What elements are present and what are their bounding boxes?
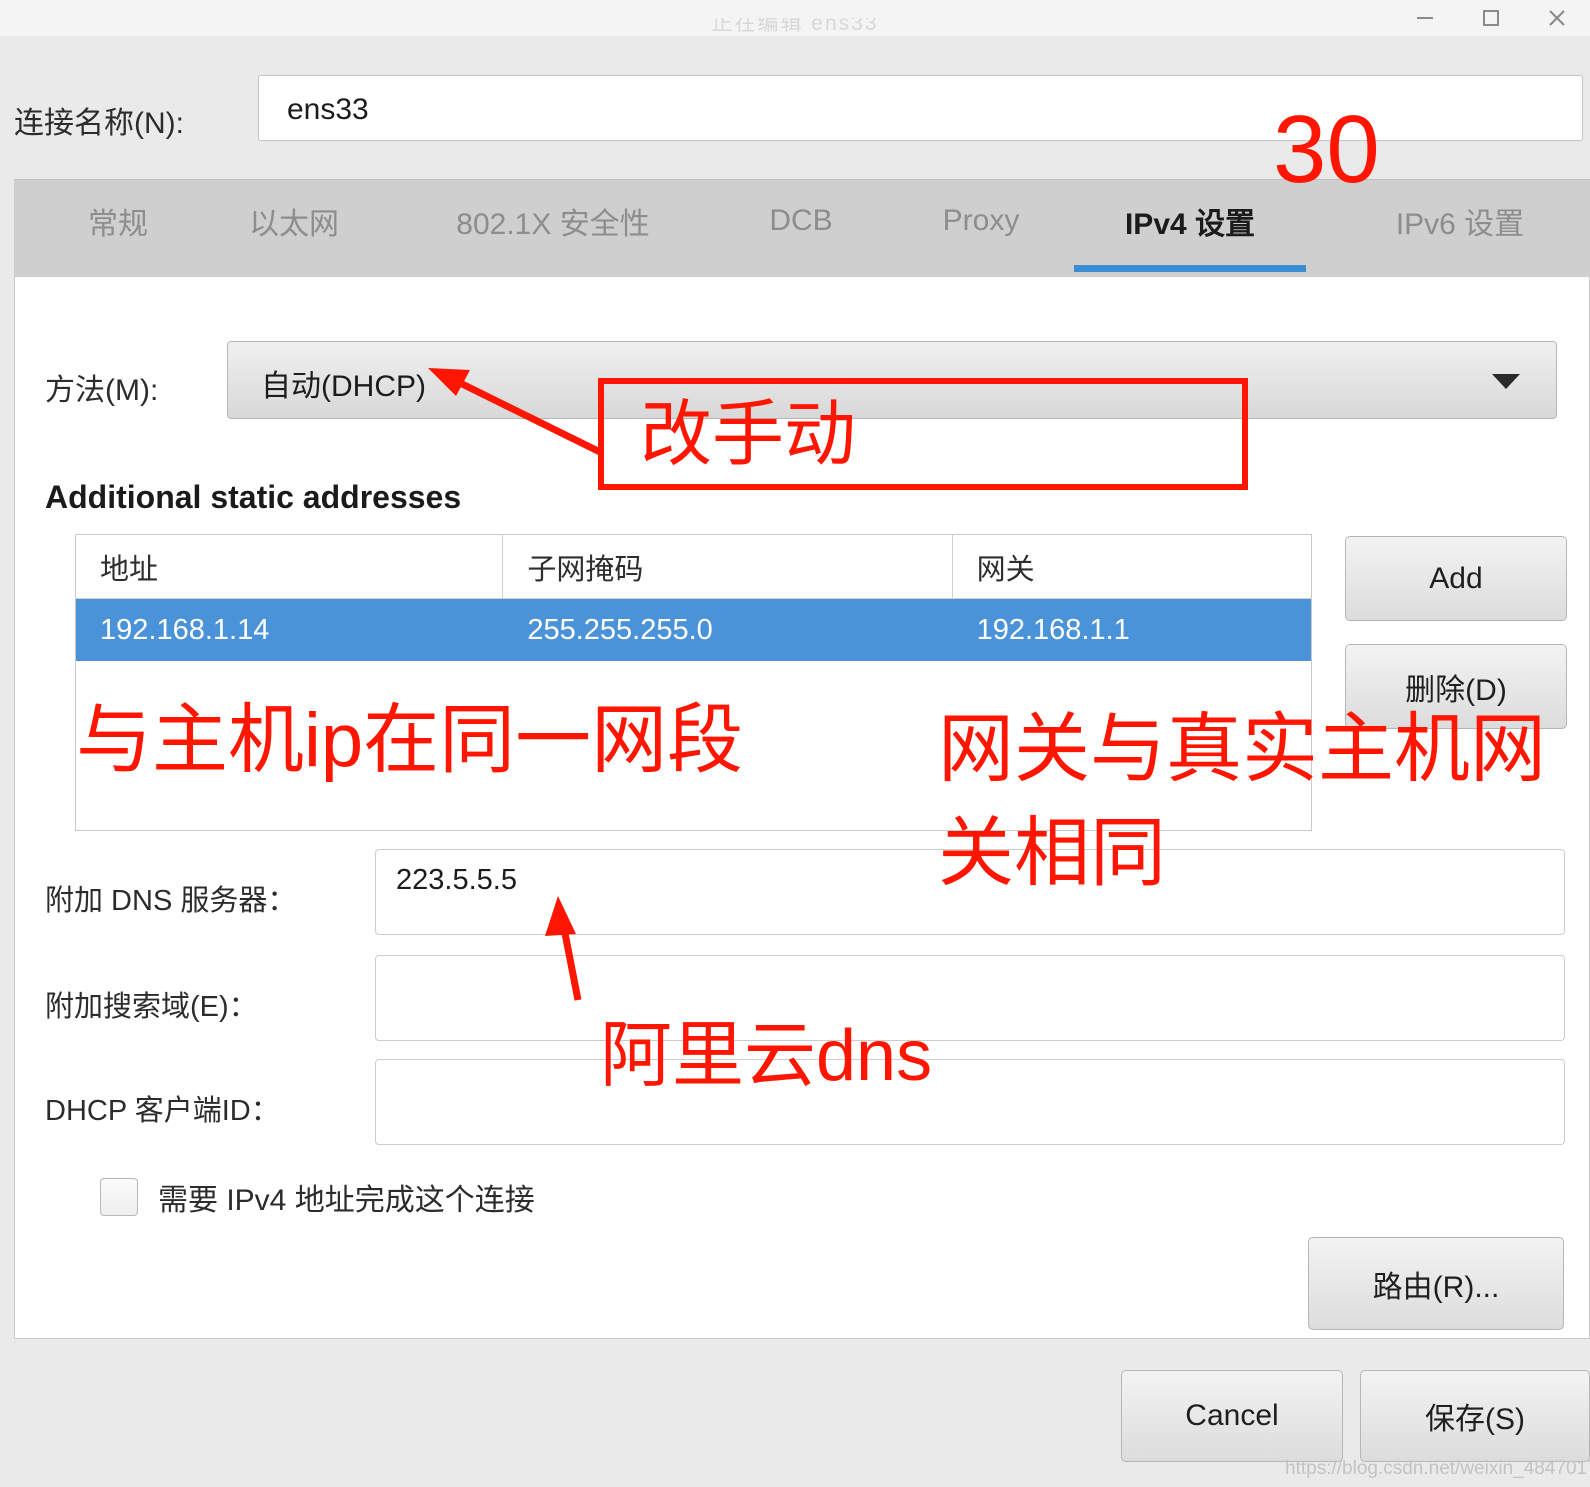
require-ipv4-checkbox[interactable] [100,1178,138,1216]
tab-general[interactable]: 常规 [56,180,180,278]
column-header-address: 地址 [76,535,504,598]
search-domains-label: 附加搜索域(E)： [45,991,258,1023]
cell-address: 192.168.1.14 [100,613,270,646]
dns-servers-label: 附加 DNS 服务器： [45,885,297,917]
network-connection-editor-window: 正在编辑 ens33 连接名称(N): ens33 常规 以太网 802.1X … [0,0,1590,1487]
tab-label: DCB [769,204,833,237]
dhcp-client-id-input[interactable] [375,1059,1565,1145]
dhcp-client-id-label: DHCP 客户端ID： [45,1095,280,1127]
tab-8021x-security[interactable]: 802.1X 安全性 [412,180,694,278]
require-ipv4-checkbox-label: 需要 IPv4 地址完成这个连接 [158,1184,535,1217]
save-button[interactable]: 保存(S) [1360,1370,1590,1462]
cell-gateway: 192.168.1.1 [976,613,1130,646]
tab-label: IPv4 设置 [1124,208,1256,241]
cancel-button[interactable]: Cancel [1121,1370,1343,1462]
require-ipv4-checkbox-row[interactable]: 需要 IPv4 地址完成这个连接 [100,1175,535,1219]
connection-name-label: 连接名称(N): [14,107,184,140]
column-header-gateway: 网关 [976,553,1035,586]
annotation-address-note: 与主机ip在同一网段 [76,698,744,783]
table-header-row: 地址 子网掩码 网关 [76,535,1311,599]
tab-dcb[interactable]: DCB [742,180,860,278]
tab-label: IPv6 设置 [1395,208,1525,241]
window-title: 正在编辑 ens33 [711,18,879,35]
tab-label: 以太网 [249,208,339,241]
table-row[interactable]: 192.168.1.14 255.255.255.0 192.168.1.1 [76,599,1311,661]
tab-label: Proxy [942,204,1020,237]
tab-label: 802.1X 安全性 [456,208,650,241]
additional-static-addresses-heading: Additional static addresses [45,479,462,515]
column-header-netmask: 子网掩码 [503,535,953,598]
annotation-dns-note: 阿里云dns [600,1016,933,1096]
method-label: 方法(M): [45,374,159,407]
tab-ethernet[interactable]: 以太网 [214,180,374,278]
add-address-button[interactable]: Add [1345,536,1567,621]
chevron-down-icon [1492,374,1520,389]
method-selected-value: 自动(DHCP) [261,370,426,403]
tab-ipv4-settings[interactable]: IPv4 设置 [1074,180,1306,278]
cell-netmask: 255.255.255.0 [527,613,713,646]
routes-button[interactable]: 路由(R)... [1308,1237,1564,1330]
window-titlebar: 正在编辑 ens33 [0,0,1590,36]
watermark: https://blog.csdn.net/weixin_48470176 [1285,1458,1590,1479]
search-domains-input[interactable] [375,955,1565,1041]
connection-name-input[interactable]: ens33 [258,75,1583,141]
annotation-gateway-note: 网关与真实主机网关相同 [938,707,1546,896]
tab-label: 常规 [88,208,148,241]
dns-servers-value: 223.5.5.5 [396,864,517,896]
connection-name-value: ens33 [287,93,369,126]
tab-proxy[interactable]: Proxy [906,180,1056,278]
annotation-method-note: 改手动 [640,395,857,475]
annotation-step-number: 30 [1273,96,1380,203]
